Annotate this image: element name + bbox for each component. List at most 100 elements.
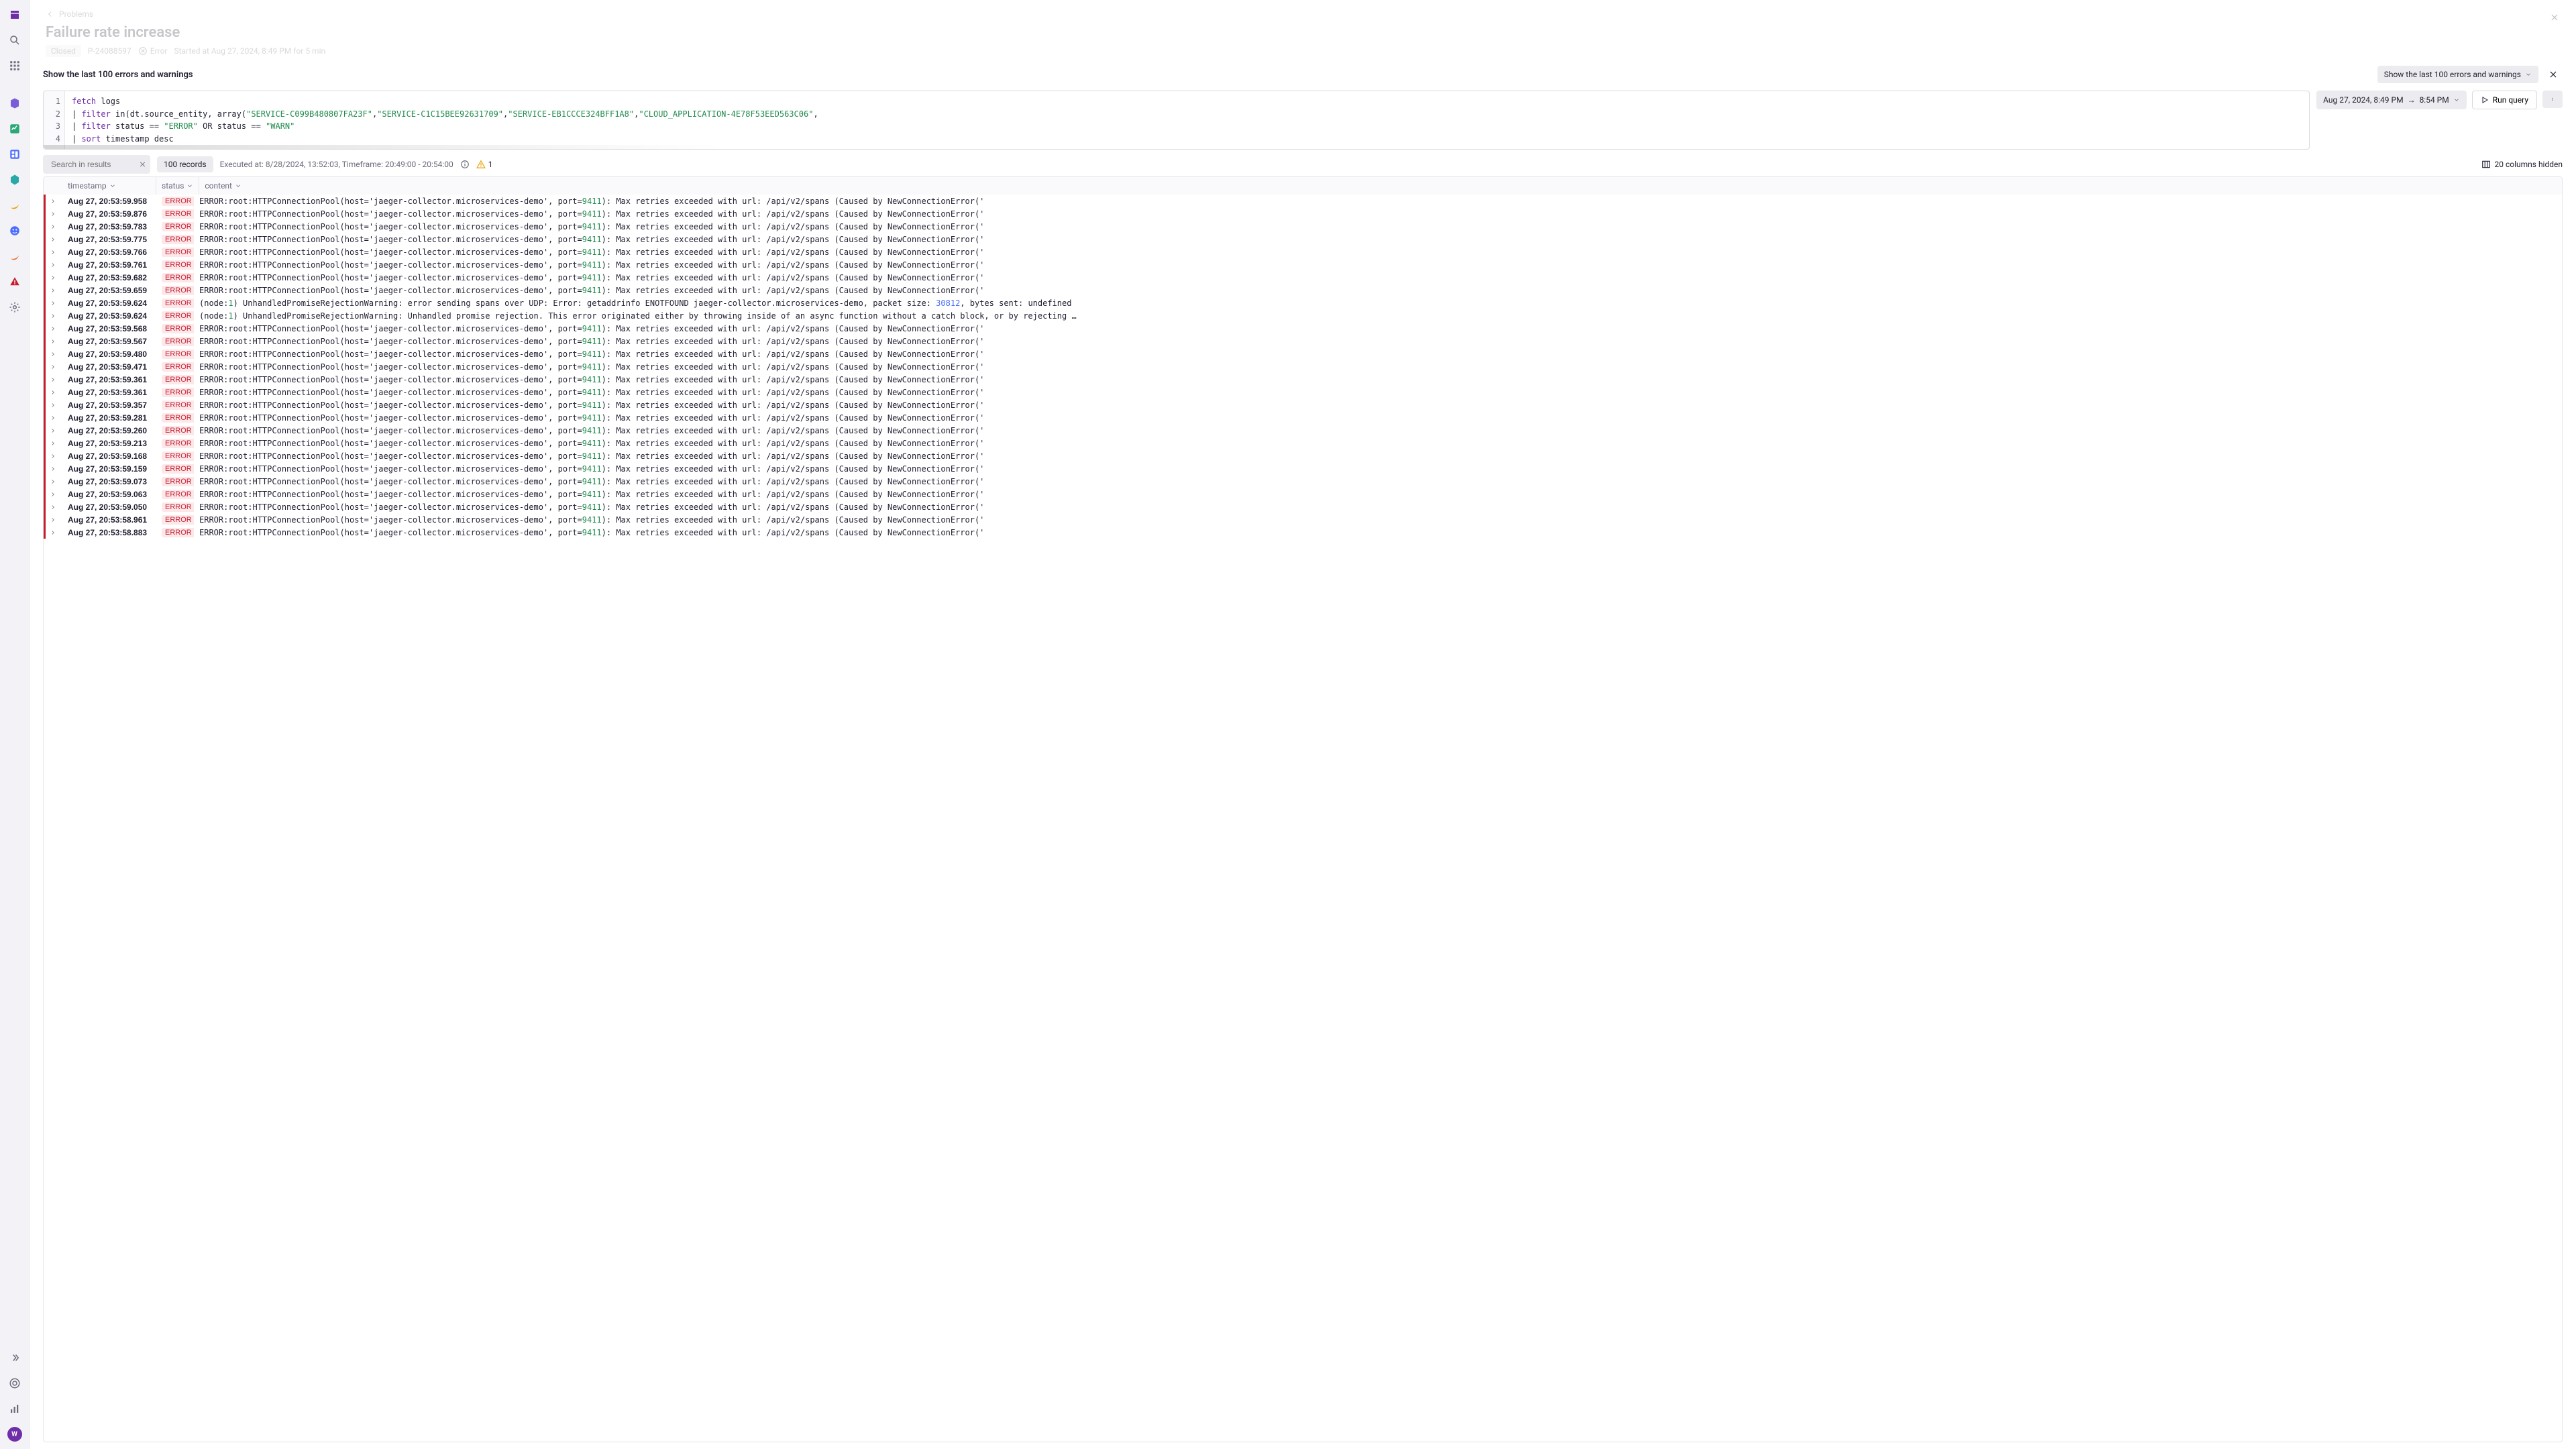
info-icon[interactable]: [460, 160, 470, 169]
sidebar-metrics[interactable]: [4, 1398, 25, 1419]
table-row[interactable]: Aug 27, 20:53:59.159ERRORERROR:root:HTTP…: [44, 462, 2562, 475]
close-panel-button[interactable]: [2546, 9, 2563, 25]
sidebar-item-dashboards[interactable]: [4, 144, 25, 165]
expand-row[interactable]: [44, 491, 62, 498]
table-row[interactable]: Aug 27, 20:53:58.961ERRORERROR:root:HTTP…: [44, 513, 2562, 526]
expand-row[interactable]: [44, 376, 62, 383]
expand-row[interactable]: [44, 249, 62, 256]
expand-row[interactable]: [44, 313, 62, 319]
table-row[interactable]: Aug 27, 20:53:59.775ERRORERROR:root:HTTP…: [44, 233, 2562, 246]
table-body[interactable]: Aug 27, 20:53:59.958ERRORERROR:root:HTTP…: [44, 195, 2562, 1442]
cell-timestamp: Aug 27, 20:53:59.159: [62, 464, 156, 474]
status-badge: ERROR: [162, 197, 194, 206]
search-results[interactable]: [43, 155, 150, 174]
table-row[interactable]: Aug 27, 20:53:59.783ERRORERROR:root:HTTP…: [44, 220, 2562, 233]
expand-row[interactable]: [44, 236, 62, 243]
run-query-button[interactable]: Run query: [2472, 91, 2537, 109]
cell-status: ERROR: [156, 196, 194, 206]
expand-row[interactable]: [44, 274, 62, 281]
table-row[interactable]: Aug 27, 20:53:59.168ERRORERROR:root:HTTP…: [44, 449, 2562, 462]
sidebar-item-kubernetes[interactable]: [4, 93, 25, 114]
table-row[interactable]: Aug 27, 20:53:59.213ERRORERROR:root:HTTP…: [44, 437, 2562, 449]
sidebar-avatar[interactable]: W: [4, 1424, 25, 1445]
sidebar-item-hex[interactable]: [4, 169, 25, 191]
timeframe-picker[interactable]: Aug 27, 2024, 8:49 PM → 8:54 PM: [2316, 91, 2467, 109]
column-visibility[interactable]: 20 columns hidden: [2481, 160, 2563, 169]
sidebar-item-smiley[interactable]: [4, 220, 25, 241]
preset-dropdown[interactable]: Show the last 100 errors and warnings: [2377, 66, 2538, 83]
expand-row[interactable]: [44, 440, 62, 447]
expand-row[interactable]: [44, 300, 62, 307]
more-menu-button[interactable]: [2542, 91, 2563, 108]
table-row[interactable]: Aug 27, 20:53:59.357ERRORERROR:root:HTTP…: [44, 398, 2562, 411]
table-row[interactable]: Aug 27, 20:53:59.471ERRORERROR:root:HTTP…: [44, 360, 2562, 373]
table-row[interactable]: Aug 27, 20:53:59.761ERRORERROR:root:HTTP…: [44, 258, 2562, 271]
cell-content: ERROR:root:HTTPConnectionPool(host='jaeg…: [194, 273, 2562, 282]
expand-row[interactable]: [44, 415, 62, 421]
table-row[interactable]: Aug 27, 20:53:59.766ERRORERROR:root:HTTP…: [44, 246, 2562, 258]
expand-row[interactable]: [44, 466, 62, 472]
th-status[interactable]: status: [156, 177, 199, 195]
expand-row[interactable]: [44, 504, 62, 511]
chevron-right-icon: [50, 351, 56, 358]
table-row[interactable]: Aug 27, 20:53:59.958ERRORERROR:root:HTTP…: [44, 195, 2562, 207]
expand-row[interactable]: [44, 338, 62, 345]
table-row[interactable]: Aug 27, 20:53:59.567ERRORERROR:root:HTTP…: [44, 335, 2562, 347]
sidebar-item-banana[interactable]: [4, 195, 25, 216]
search-input[interactable]: [50, 159, 139, 170]
table-row[interactable]: Aug 27, 20:53:59.659ERRORERROR:root:HTTP…: [44, 284, 2562, 297]
expand-row[interactable]: [44, 211, 62, 217]
query-editor[interactable]: 1 2 3 4 fetch logs | filter in(dt.source…: [43, 91, 2310, 150]
chevron-right-icon: [50, 376, 56, 383]
expand-row[interactable]: [44, 325, 62, 332]
expand-row[interactable]: [44, 453, 62, 460]
sidebar-logo[interactable]: [4, 4, 25, 25]
table-row[interactable]: Aug 27, 20:53:59.361ERRORERROR:root:HTTP…: [44, 373, 2562, 386]
expand-row[interactable]: [44, 287, 62, 294]
sidebar-item-banana2[interactable]: [4, 246, 25, 267]
expand-row[interactable]: [44, 198, 62, 205]
expand-row[interactable]: [44, 389, 62, 396]
editor-code[interactable]: fetch logs | filter in(dt.source_entity,…: [65, 91, 2309, 149]
table-row[interactable]: Aug 27, 20:53:59.624ERROR(node:1) Unhand…: [44, 309, 2562, 322]
sidebar-item-monitoring[interactable]: [4, 118, 25, 140]
table-row[interactable]: Aug 27, 20:53:59.361ERRORERROR:root:HTTP…: [44, 386, 2562, 398]
expand-row[interactable]: [44, 517, 62, 523]
expand-row[interactable]: [44, 402, 62, 409]
table-row[interactable]: Aug 27, 20:53:59.682ERRORERROR:root:HTTP…: [44, 271, 2562, 284]
table-row[interactable]: Aug 27, 20:53:58.883ERRORERROR:root:HTTP…: [44, 526, 2562, 539]
table-row[interactable]: Aug 27, 20:53:59.260ERRORERROR:root:HTTP…: [44, 424, 2562, 437]
th-content[interactable]: content: [199, 177, 2562, 195]
columns-icon: [2481, 160, 2491, 169]
expand-row[interactable]: [44, 427, 62, 434]
warning-count: 1: [488, 160, 493, 169]
table-row[interactable]: Aug 27, 20:53:59.624ERROR(node:1) Unhand…: [44, 297, 2562, 309]
table-row[interactable]: Aug 27, 20:53:59.063ERRORERROR:root:HTTP…: [44, 488, 2562, 500]
expand-row[interactable]: [44, 478, 62, 485]
table-row[interactable]: Aug 27, 20:53:59.480ERRORERROR:root:HTTP…: [44, 347, 2562, 360]
cell-status: ERROR: [156, 247, 194, 257]
clear-icon[interactable]: [139, 160, 146, 168]
expand-row[interactable]: [44, 364, 62, 370]
expand-row[interactable]: [44, 223, 62, 230]
table-row[interactable]: Aug 27, 20:53:59.876ERRORERROR:root:HTTP…: [44, 207, 2562, 220]
expand-row[interactable]: [44, 351, 62, 358]
warning-badge[interactable]: 1: [476, 160, 493, 169]
close-section-button[interactable]: [2544, 65, 2563, 84]
expand-row[interactable]: [44, 529, 62, 536]
breadcrumb[interactable]: Problems: [46, 9, 2560, 19]
table-row[interactable]: Aug 27, 20:53:59.073ERRORERROR:root:HTTP…: [44, 475, 2562, 488]
chevron-right-icon: [50, 236, 56, 243]
sidebar-item-alert[interactable]: [4, 271, 25, 292]
expand-row[interactable]: [44, 262, 62, 268]
table-row[interactable]: Aug 27, 20:53:59.281ERRORERROR:root:HTTP…: [44, 411, 2562, 424]
sidebar-apps[interactable]: [4, 55, 25, 76]
th-timestamp[interactable]: timestamp: [62, 177, 156, 195]
table-row[interactable]: Aug 27, 20:53:59.050ERRORERROR:root:HTTP…: [44, 500, 2562, 513]
sidebar-help[interactable]: [4, 1373, 25, 1394]
table-row[interactable]: Aug 27, 20:53:59.568ERRORERROR:root:HTTP…: [44, 322, 2562, 335]
sidebar-expand[interactable]: [4, 1347, 25, 1368]
sidebar-search[interactable]: [4, 30, 25, 51]
sidebar-item-settings[interactable]: [4, 297, 25, 318]
cell-status: ERROR: [156, 349, 194, 359]
